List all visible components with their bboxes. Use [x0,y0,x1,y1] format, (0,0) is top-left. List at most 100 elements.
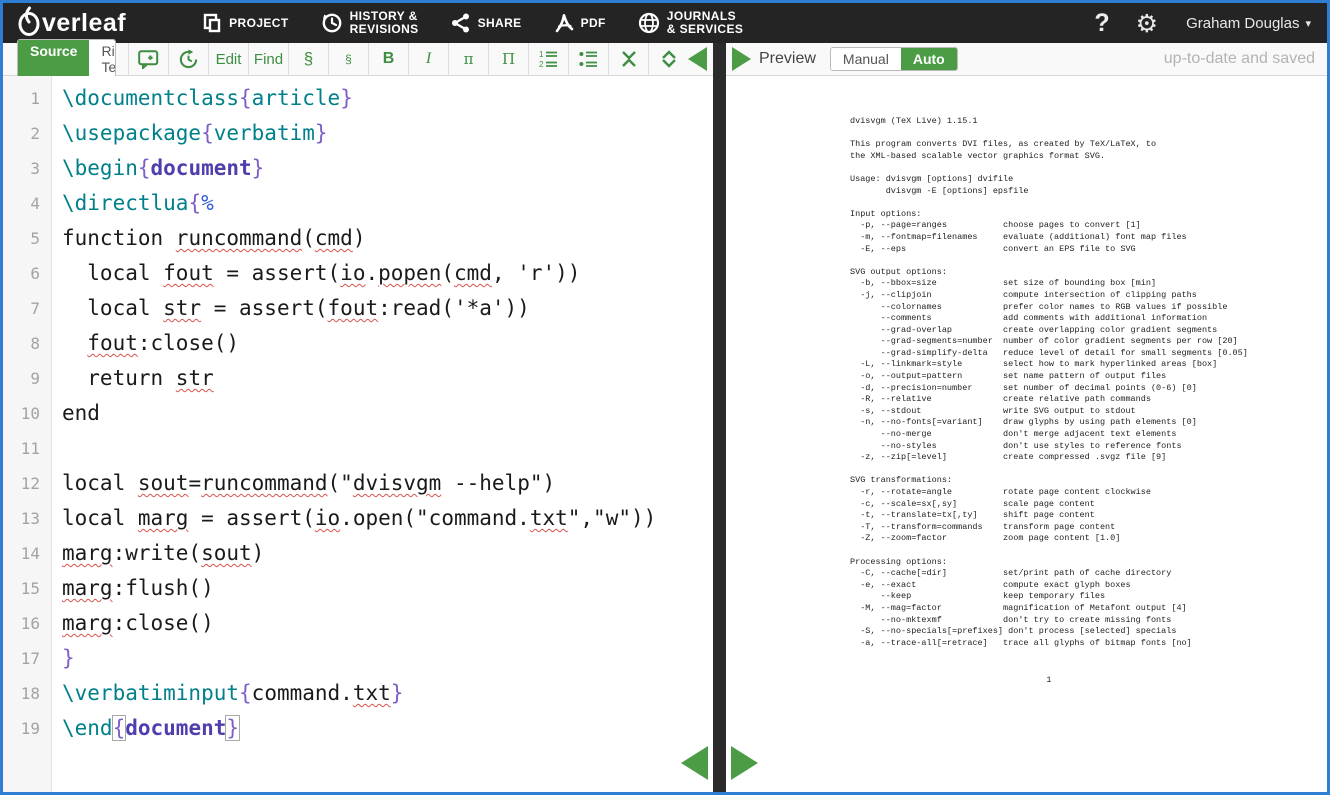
collapse-editor-button[interactable] [688,47,707,71]
line-number: 9 [3,361,51,396]
code-text: end [51,396,100,431]
code-line[interactable]: 5function runcommand(cmd) [3,221,713,256]
tab-source[interactable]: Source [18,40,89,78]
auto-compile-button[interactable]: Auto [901,48,957,70]
display-math-button[interactable]: Π [488,43,528,76]
section-button[interactable]: § [288,43,328,76]
nav-pdf-label: PDF [581,17,606,30]
line-number: 8 [3,326,51,361]
code-text: fout:close() [51,326,239,361]
manual-compile-button[interactable]: Manual [831,48,901,70]
bullet-list-icon [579,50,598,68]
nav-share[interactable]: SHARE [451,13,522,33]
code-line[interactable]: 15marg:flush() [3,571,713,606]
line-number: 11 [3,431,51,466]
bullet-list-button[interactable] [568,43,608,76]
code-line[interactable]: 13local marg = assert(io.open("command.t… [3,501,713,536]
nav-project[interactable]: PROJECT [202,13,288,33]
subsection-button[interactable]: § [328,43,368,76]
pdf-text: dvisvgm (TeX Live) 1.15.1 This program c… [850,116,1248,649]
code-text [51,431,62,466]
collapse-preview-bottom-button[interactable] [731,746,758,780]
edit-menu-button[interactable]: Edit [208,43,248,76]
code-line[interactable]: 12local sout=runcommand("dvisvgm --help"… [3,466,713,501]
code-text: marg:flush() [51,571,214,606]
journals-icon [638,12,660,34]
pane-divider[interactable] [713,43,726,792]
numbered-list-button[interactable]: 12 [528,43,568,76]
track-changes-button[interactable] [168,43,208,76]
code-text: \begin{document} [51,151,264,186]
code-text: \usepackage{verbatim} [51,116,328,151]
code-line[interactable]: 19\end{document} [3,711,713,746]
code-line[interactable]: 1\documentclass{article} [3,81,713,116]
italic-button[interactable]: I [408,43,448,76]
line-number: 15 [3,571,51,606]
help-button[interactable]: ? [1094,9,1109,38]
code-line[interactable]: 10end [3,396,713,431]
history-clock-icon [178,49,199,70]
user-name: Graham Douglas [1186,15,1299,32]
add-comment-button[interactable] [128,43,168,76]
code-line[interactable]: 11 [3,431,713,466]
code-line[interactable]: 7 local str = assert(fout:read('*a')) [3,291,713,326]
code-text: local sout=runcommand("dvisvgm --help") [51,466,555,501]
pdf-icon [554,12,574,34]
line-number: 5 [3,221,51,256]
numbered-list-icon: 12 [539,50,558,68]
nav-share-label: SHARE [478,17,522,30]
bold-button[interactable]: B [368,43,408,76]
settings-gear-icon[interactable]: ⚙ [1136,9,1158,38]
comment-add-icon [138,50,159,69]
code-line[interactable]: 8 fout:close() [3,326,713,361]
nav-journals-services[interactable]: JOURNALS & SERVICES [638,10,743,35]
code-text: } [51,641,75,676]
line-number: 6 [3,256,51,291]
collapse-preview-button[interactable] [732,47,751,71]
line-number: 1 [3,81,51,116]
pdf-viewport[interactable]: dvisvgm (TeX Live) 1.15.1 This program c… [726,76,1327,792]
collapse-editor-bottom-button[interactable] [681,746,708,780]
nav-pdf[interactable]: PDF [554,12,606,34]
collapse-icon [620,50,638,68]
line-number: 2 [3,116,51,151]
overleaf-logo[interactable]: verleaf [17,6,126,41]
code-line[interactable]: 17} [3,641,713,676]
code-text: local fout = assert(io.popen(cmd, 'r')) [51,256,580,291]
tab-rich-text[interactable]: Rich Text [89,40,116,78]
code-line[interactable]: 6 local fout = assert(io.popen(cmd, 'r')… [3,256,713,291]
line-number: 14 [3,536,51,571]
nav-history-revisions[interactable]: HISTORY & REVISIONS [321,10,419,35]
code-editor[interactable]: 1\documentclass{article}2\usepackage{ver… [3,76,713,792]
code-line[interactable]: 3\begin{document} [3,151,713,186]
overleaf-window: verleaf PROJECT HISTORY & REVISIONS SHAR… [0,0,1330,795]
code-lines: 1\documentclass{article}2\usepackage{ver… [3,81,713,746]
history-icon [321,12,343,34]
logo-text: verleaf [42,9,126,38]
code-line[interactable]: 4\directlua{% [3,186,713,221]
code-text: return str [51,361,214,396]
line-number: 7 [3,291,51,326]
code-line[interactable]: 16marg:close() [3,606,713,641]
code-line[interactable]: 18\verbatiminput{command.txt} [3,676,713,711]
top-bar: verleaf PROJECT HISTORY & REVISIONS SHAR… [3,3,1327,43]
line-number: 4 [3,186,51,221]
mode-tabs: Source Rich Text [17,39,116,79]
collapse-sections-button[interactable] [608,43,648,76]
inline-math-button[interactable]: π [448,43,488,76]
user-menu[interactable]: Graham Douglas ▾ [1186,15,1311,32]
expand-sections-button[interactable] [648,43,688,76]
nav-journals-label: JOURNALS & SERVICES [667,10,743,35]
code-text: \end{document} [51,711,239,746]
line-number: 13 [3,501,51,536]
code-line[interactable]: 2\usepackage{verbatim} [3,116,713,151]
find-button[interactable]: Find [248,43,288,76]
code-line[interactable]: 14marg:write(sout) [3,536,713,571]
editor-toolbar: Source Rich Text Edit Find § § B [3,43,713,76]
main-area: Source Rich Text Edit Find § § B [3,43,1327,792]
code-line[interactable]: 9 return str [3,361,713,396]
expand-icon [660,50,678,68]
code-text: local str = assert(fout:read('*a')) [51,291,530,326]
svg-text:1: 1 [539,50,544,59]
preview-pane: Preview Manual Auto up-to-date and saved… [726,43,1327,792]
